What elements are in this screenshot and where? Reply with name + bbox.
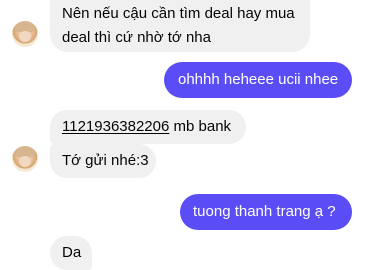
message-bubble-incoming[interactable]: Nên nếu cậu cần tìm deal hay mua deal th… — [50, 0, 310, 52]
message-text: Tớ gửi nhé:3 — [62, 152, 149, 169]
sender-avatar-icon[interactable] — [12, 146, 38, 172]
message-text-line: Nên nếu cậu cần tìm deal hay mua — [62, 5, 295, 22]
message-text: Da — [62, 244, 82, 261]
sender-avatar-icon[interactable] — [12, 21, 38, 47]
message-bubble-incoming[interactable]: Da — [50, 236, 92, 270]
chat-thread: Nên nếu cậu cần tìm deal hay mua deal th… — [0, 0, 374, 270]
message-bubble-incoming[interactable]: Tớ gửi nhé:3 — [50, 144, 156, 178]
message-text-line: deal thì cứ nhờ tớ nha — [62, 29, 211, 46]
message-text: tuong thanh trang ạ ? — [193, 203, 336, 220]
message-bubble-outgoing[interactable]: tuong thanh trang ạ ? — [180, 194, 352, 230]
message-bubble-outgoing[interactable]: ohhhh heheee ucii nhee — [164, 62, 352, 98]
account-number-link[interactable]: 1121936382206 — [62, 118, 169, 135]
message-bubble-incoming[interactable]: 1121936382206 mb bank — [50, 110, 246, 144]
bank-name-text: mb bank — [169, 118, 232, 135]
message-text: ohhhh heheee ucii nhee — [178, 71, 339, 88]
